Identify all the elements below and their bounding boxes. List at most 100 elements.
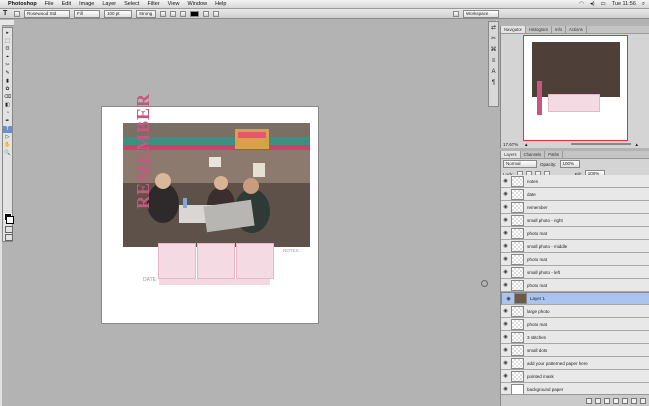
layer-row[interactable]: ◉ small dots xyxy=(501,344,649,357)
eye-icon[interactable]: ◉ xyxy=(501,334,510,340)
tool-button[interactable]: T xyxy=(3,126,12,133)
bridge-icon[interactable] xyxy=(453,10,459,17)
tab-navigator[interactable]: Navigator xyxy=(501,26,526,33)
battery-icon[interactable]: ▭ xyxy=(601,1,606,7)
tab-info[interactable]: Info xyxy=(552,26,567,33)
eye-icon[interactable]: ◉ xyxy=(501,243,510,249)
tool-button[interactable]: ⌫ xyxy=(3,94,12,101)
tool-button[interactable]: ʘ xyxy=(3,46,12,53)
eye-icon[interactable]: ◉ xyxy=(504,296,513,302)
dock-panel-icon[interactable]: ¶ xyxy=(490,79,498,87)
new-group-icon[interactable] xyxy=(622,397,628,404)
menu-view[interactable]: View xyxy=(168,1,180,7)
eye-icon[interactable]: ◉ xyxy=(501,256,510,262)
character-panel-button[interactable] xyxy=(213,10,219,17)
zoom-in-icon[interactable]: ▲ xyxy=(634,142,638,147)
tool-button[interactable]: ▸ xyxy=(3,30,12,37)
dock-panel-icon[interactable]: ✂ xyxy=(490,35,498,43)
layer-name[interactable]: small dots xyxy=(527,348,547,353)
menu-filter[interactable]: Filter xyxy=(147,1,159,7)
layer-row[interactable]: ◉ small photo - middle xyxy=(501,240,649,253)
eye-icon[interactable]: ◉ xyxy=(501,321,510,327)
volume-icon[interactable]: ◂) xyxy=(590,1,595,7)
menu-help[interactable]: Help xyxy=(215,1,226,7)
eye-icon[interactable]: ◉ xyxy=(501,360,510,366)
screen-mode-button[interactable] xyxy=(5,234,13,241)
tab-paths[interactable]: Paths xyxy=(545,151,563,158)
tool-button[interactable]: ✂ xyxy=(3,62,12,69)
dock-panel-icon[interactable]: A xyxy=(490,68,498,76)
adjustment-layer-icon[interactable] xyxy=(613,397,619,404)
font-family-select[interactable]: Rosewood Std xyxy=(24,9,70,18)
menu-select[interactable]: Select xyxy=(124,1,139,7)
dock-collapse-icon[interactable] xyxy=(481,280,488,287)
tab-layers[interactable]: Layers xyxy=(501,151,521,158)
tool-button[interactable]: ◔ xyxy=(3,110,12,117)
zoom-out-icon[interactable]: ▲ xyxy=(524,142,528,147)
layer-name[interactable]: remember xyxy=(527,205,548,210)
layer-row[interactable]: ◉ photo mat xyxy=(501,253,649,266)
eye-icon[interactable]: ◉ xyxy=(501,308,510,314)
font-size-select[interactable]: 100 pt xyxy=(104,9,132,18)
tool-button[interactable]: ✎ xyxy=(3,70,12,77)
layer-row[interactable]: ◉ small photo - left xyxy=(501,266,649,279)
tab-histogram[interactable]: Histogram xyxy=(526,26,553,33)
opacity-field[interactable]: 100% xyxy=(559,160,580,168)
layer-name[interactable]: pointed mask xyxy=(527,374,554,379)
zoom-value[interactable]: 17.67% xyxy=(503,142,521,147)
tool-button[interactable]: ✋ xyxy=(3,142,12,149)
dock-panel-icon[interactable]: ≡ xyxy=(490,57,498,65)
layer-name[interactable]: Layer 1 xyxy=(530,296,545,302)
eye-icon[interactable]: ◉ xyxy=(501,178,510,184)
tool-button[interactable]: ✿ xyxy=(3,86,12,93)
layer-row[interactable]: ◉ 3 stitches xyxy=(501,331,649,344)
layer-name[interactable]: date xyxy=(527,192,536,197)
layer-row[interactable]: ◉ notes xyxy=(501,175,649,188)
wifi-icon[interactable]: ◠ xyxy=(579,1,584,7)
dock-panel-icon[interactable]: ⇄ xyxy=(490,24,498,32)
align-center-button[interactable] xyxy=(170,10,176,17)
warp-text-button[interactable] xyxy=(203,10,209,17)
layer-name[interactable]: photo mat xyxy=(527,283,547,288)
layer-name[interactable]: photo mat xyxy=(527,257,547,262)
font-style-select[interactable]: Fill xyxy=(74,9,100,18)
tool-button[interactable]: ⌖ xyxy=(3,54,12,61)
layer-row[interactable]: ◉ photo mat xyxy=(501,279,649,292)
tool-button[interactable]: ◧ xyxy=(3,102,12,109)
eye-icon[interactable]: ◉ xyxy=(501,217,510,223)
app-menu[interactable]: Photoshop xyxy=(8,1,37,7)
layer-name[interactable]: small photo - middle xyxy=(527,244,567,249)
eye-icon[interactable]: ◉ xyxy=(501,386,510,392)
layer-name[interactable]: notes xyxy=(527,179,538,184)
menu-window[interactable]: Window xyxy=(188,1,208,7)
layer-row[interactable]: ◉ date xyxy=(501,188,649,201)
align-left-button[interactable] xyxy=(160,10,166,17)
new-layer-icon[interactable] xyxy=(631,397,637,404)
layer-row[interactable]: ◉ remember xyxy=(501,201,649,214)
layer-row[interactable]: ◉ add your patterned paper here xyxy=(501,357,649,370)
tool-button[interactable]: 🔍 xyxy=(3,150,12,157)
blend-mode-select[interactable]: Normal xyxy=(503,160,537,168)
menu-edit[interactable]: Edit xyxy=(62,1,71,7)
type-tool-icon[interactable]: T xyxy=(3,10,10,17)
layer-name[interactable]: background paper xyxy=(527,387,563,392)
layer-style-icon[interactable] xyxy=(595,397,601,404)
eye-icon[interactable]: ◉ xyxy=(501,191,510,197)
zoom-slider[interactable] xyxy=(571,143,632,145)
tool-button[interactable]: ✒ xyxy=(3,118,12,125)
layer-mask-icon[interactable] xyxy=(604,397,610,404)
tab-actions[interactable]: Actions xyxy=(566,26,587,33)
navigator-thumbnail[interactable] xyxy=(523,35,628,141)
menu-image[interactable]: Image xyxy=(79,1,94,7)
tool-button[interactable]: ▮ xyxy=(3,78,12,85)
menu-layer[interactable]: Layer xyxy=(102,1,116,7)
layer-row[interactable]: ◉ photo mat xyxy=(501,227,649,240)
layer-name[interactable]: 3 stitches xyxy=(527,335,546,340)
text-color-swatch[interactable] xyxy=(190,10,199,17)
layer-name[interactable]: large photo xyxy=(527,309,550,314)
tool-button[interactable]: ▷ xyxy=(3,134,12,141)
eye-icon[interactable]: ◉ xyxy=(501,269,510,275)
layer-name[interactable]: small photo - left xyxy=(527,270,560,275)
layer-name[interactable]: photo mat xyxy=(527,231,547,236)
dock-panel-icon[interactable]: ⌘ xyxy=(490,46,498,54)
